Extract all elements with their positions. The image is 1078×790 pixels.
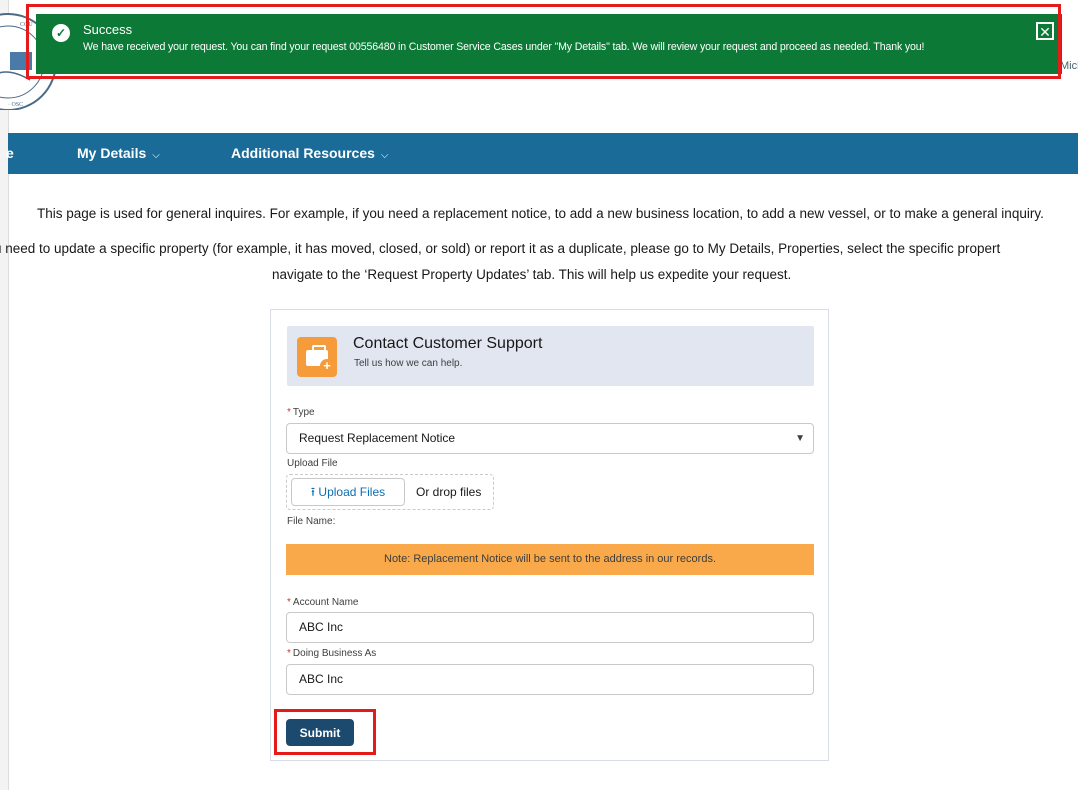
replacement-note: Note: Replacement Notice will be sent to… [286,544,814,575]
nav-bar: e My Details ⌵ Additional Resources ⌵ [6,133,1078,174]
doing-business-as-input[interactable]: ABC Inc [286,664,814,695]
upload-icon: ⭱ [310,485,316,499]
nav-item-my-details[interactable]: My Details ⌵ [77,133,160,174]
intro-text-1: This page is used for general inquires. … [37,206,1044,221]
intro-text-2-content: u need to update a specific property (fo… [0,241,1001,256]
account-name-label: * Account Name [287,597,359,608]
type-label-text: Type [292,407,315,418]
intro-text-2: u need to update a specific property (fo… [0,241,1078,256]
card-title: Contact Customer Support [353,335,543,352]
card-header: + Contact Customer Support Tell us how w… [287,326,814,386]
nav-item-additional-resources[interactable]: Additional Resources ⌵ [231,133,389,174]
submit-highlight-box [274,709,376,755]
account-name-label-text: Account Name [292,597,359,608]
upload-file-label: Upload File [287,458,338,469]
chevron-down-icon: ⌵ [380,150,389,161]
briefcase-plus-icon: + [297,337,337,377]
nav-label-my-details: My Details [77,145,147,161]
upload-files-button[interactable]: ⭱ Upload Files [291,478,405,506]
dba-label-text: Doing Business As [292,648,377,659]
toast-highlight-box [26,4,1061,79]
file-dropzone[interactable]: ⭱ Upload Files Or drop files [286,474,494,510]
type-select-value: Request Replacement Notice [299,431,456,445]
upload-files-label: Upload Files [318,485,386,499]
chevron-down-icon: ⌵ [152,150,160,161]
nav-item-home[interactable]: e [6,133,14,174]
svg-text:· OSC: · OSC [8,102,23,108]
file-name-label: File Name: [287,516,336,527]
contact-support-card: + Contact Customer Support Tell us how w… [270,309,829,761]
dba-label: * Doing Business As [287,648,377,659]
drop-files-text: Or drop files [416,485,482,499]
user-name: Micke [1060,60,1078,72]
type-select[interactable]: Request Replacement Notice ▼ [286,423,814,454]
left-edge [0,0,9,790]
type-label: * Type [287,407,315,418]
account-name-input[interactable]: ABC Inc [286,612,814,643]
caret-down-icon: ▼ [795,433,805,444]
card-subtitle: Tell us how we can help. [354,358,463,369]
nav-label-additional-resources: Additional Resources [231,145,375,161]
intro-text-3: navigate to the ‘Request Property Update… [272,267,792,282]
